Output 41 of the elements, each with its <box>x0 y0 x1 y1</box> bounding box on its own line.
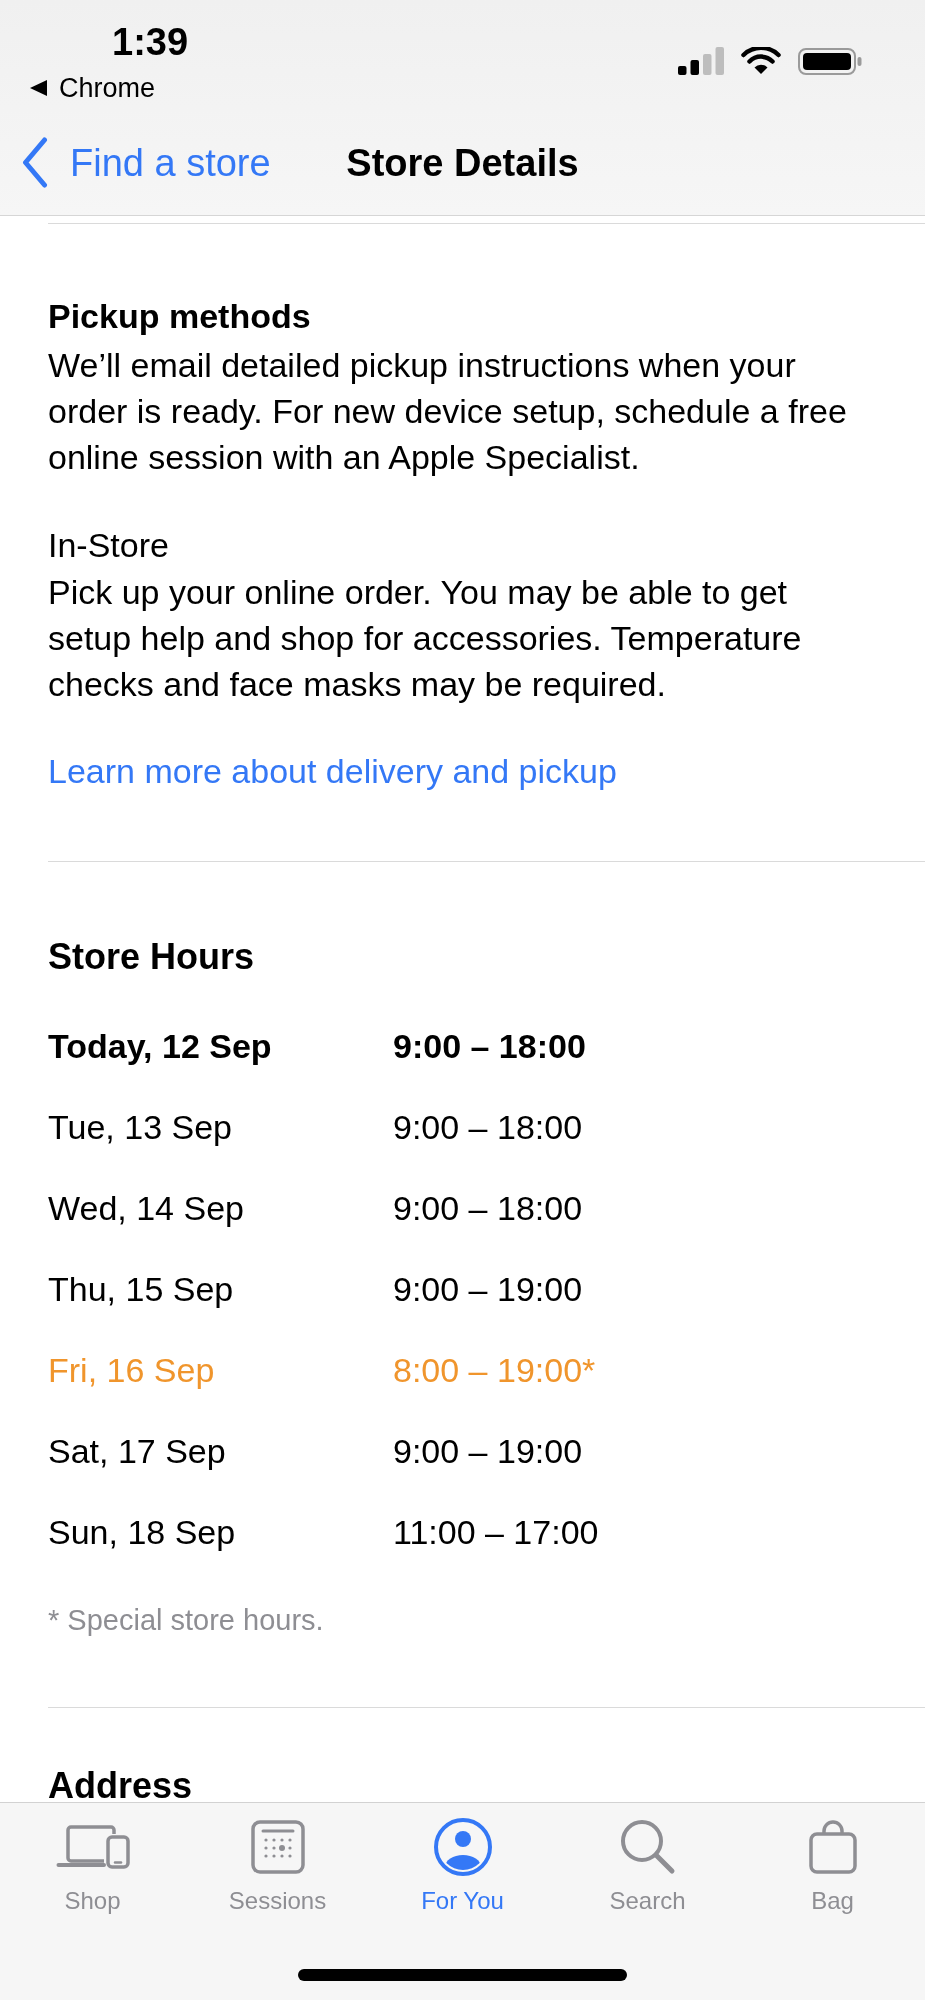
tab-bar-item[interactable]: Sessions <box>185 1818 370 1916</box>
tab-bar-item[interactable]: Shop <box>0 1818 185 1916</box>
section-heading: Pickup methods <box>48 296 311 337</box>
pickup-description: We’ll email detailed pickup instructions when your order is ready. For new device setup, schedule a free online session with an Apple Specialist. <box>48 345 848 478</box>
day-label: Wed, 14 Sep <box>48 1188 245 1229</box>
battery-icon <box>798 47 862 75</box>
back-to-app-link[interactable]: Chrome <box>30 72 156 104</box>
hours-text: 9:00 – 18:00 <box>393 1026 586 1067</box>
signal-icon <box>678 47 724 75</box>
method-description: Pick up your online order. You may be able to get setup help and shop for accessories. Temperature checks and face masks may be required. <box>48 572 803 705</box>
hours-text: 11:00 – 17:00 <box>393 1512 599 1553</box>
back-button[interactable]: Find a store <box>22 137 271 188</box>
back-triangle-icon <box>30 80 47 96</box>
calendar-icon <box>250 1820 305 1874</box>
hours-text: 9:00 – 19:00 <box>393 1431 583 1472</box>
search-icon <box>619 1819 676 1875</box>
day-label: Fri, 16 Sep <box>48 1350 216 1391</box>
person-circle-icon <box>433 1818 492 1876</box>
delivery-pickup-link[interactable]: Learn more about delivery and pickup <box>48 748 617 794</box>
wifi-icon <box>741 47 781 75</box>
hours-text: 9:00 – 18:00 <box>393 1107 583 1148</box>
day-label: Thu, 15 Sep <box>48 1269 235 1310</box>
page-title: Store Details <box>346 140 579 186</box>
hours-text: 9:00 – 18:00 <box>393 1188 583 1229</box>
section-heading: Address <box>48 1771 193 1801</box>
method-title: In-Store <box>48 525 169 566</box>
day-label: Tue, 13 Sep <box>48 1107 233 1148</box>
tab-bar-item[interactable]: Search <box>555 1818 740 1916</box>
day-label: Sun, 18 Sep <box>48 1512 237 1553</box>
hours-text: 9:00 – 19:00 <box>393 1269 583 1310</box>
tab-bar-item[interactable]: Bag <box>740 1818 925 1916</box>
chevron-left-icon <box>22 137 48 188</box>
day-label: Sat, 17 Sep <box>48 1431 227 1472</box>
laptop-phone-icon <box>55 1825 130 1869</box>
status-time: 1:39 <box>112 20 189 64</box>
hours-footnote: * Special store hours. <box>48 1603 324 1638</box>
day-label: Today, 12 Sep <box>48 1026 273 1067</box>
hours-text: 8:00 – 19:00* <box>393 1350 596 1391</box>
bag-icon <box>808 1820 857 1874</box>
tab-bar-item[interactable]: For You <box>370 1818 555 1916</box>
section-heading: Store Hours <box>48 935 255 979</box>
